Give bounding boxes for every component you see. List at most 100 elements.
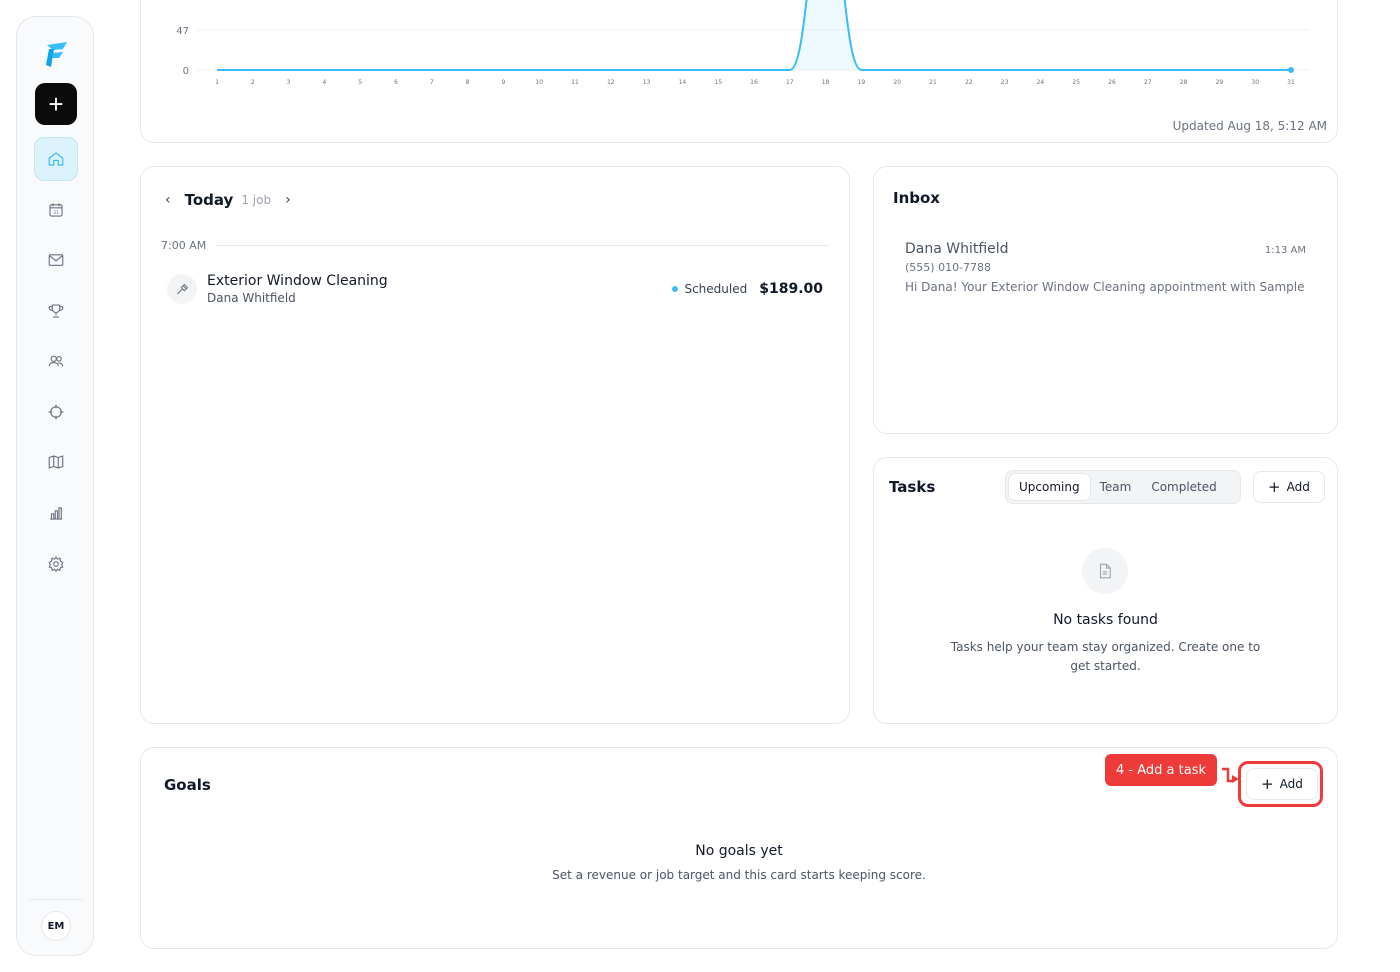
job-price: $189.00 [759, 281, 823, 297]
crosshair-icon [48, 404, 64, 420]
bar-chart-icon [50, 507, 62, 520]
x-tick-label: 23 [1001, 79, 1009, 86]
sidebar: + 31 EM [16, 16, 94, 956]
x-tick-label: 8 [466, 79, 470, 86]
goals-title: Goals [164, 776, 211, 794]
updated-timestamp: Updated Aug 18, 5:12 AM [1172, 119, 1327, 133]
tab-team[interactable]: Team [1090, 474, 1142, 500]
x-tick-label: 18 [822, 79, 830, 86]
tasks-tab-group: Upcoming Team Completed [1005, 470, 1241, 504]
x-tick-label: 5 [358, 79, 362, 86]
document-icon [1082, 548, 1128, 594]
x-tick-label: 28 [1180, 79, 1188, 86]
chevron-left-icon[interactable]: ‹ [165, 192, 171, 208]
x-tick-label: 17 [786, 79, 794, 86]
plus-icon: + [1261, 774, 1274, 793]
x-tick-label: 14 [679, 79, 687, 86]
plus-icon: + [1268, 477, 1281, 496]
series-area [217, 0, 1291, 70]
y-tick-label: 0 [183, 66, 189, 77]
sidebar-item-home[interactable] [34, 137, 78, 181]
x-tick-label: 4 [322, 79, 326, 86]
sidebar-item-users[interactable] [34, 339, 78, 383]
sidebar-item-reports[interactable] [34, 491, 78, 535]
line-chart: 0471 2 3 4 5 6 7 8 9 10 11 12 13 14 15 16 17 18 19 20 21 22 23… [176, 0, 1309, 86]
sidebar-item-mail[interactable] [34, 238, 78, 282]
home-icon [48, 152, 64, 166]
x-tick-label: 19 [858, 79, 866, 86]
tab-upcoming[interactable]: Upcoming [1009, 474, 1090, 500]
trophy-icon [48, 304, 64, 318]
data-point[interactable] [1288, 67, 1294, 73]
x-tick-label: 1 [215, 79, 219, 86]
avatar[interactable]: EM [41, 911, 71, 941]
goals-empty-title: No goals yet [695, 843, 783, 859]
x-tick-label: 27 [1144, 79, 1152, 86]
hammer-icon [167, 274, 197, 304]
tutorial-callout: 4 - Add a task [1105, 754, 1217, 786]
x-tick-label: 16 [750, 79, 758, 86]
status-badge: Scheduled [672, 282, 747, 296]
x-tick-label: 29 [1216, 79, 1224, 86]
sidebar-item-map[interactable] [34, 440, 78, 484]
x-tick-label: 30 [1251, 79, 1259, 86]
add-goal-label: Add [1279, 777, 1303, 791]
map-icon [48, 455, 64, 469]
x-tick-label: 10 [535, 79, 543, 86]
x-tick-label: 9 [501, 79, 505, 86]
add-goal-button[interactable]: + Add [1246, 768, 1318, 800]
job-client: Dana Whitfield [207, 291, 296, 305]
x-tick-label: 2 [251, 79, 255, 86]
tasks-card: Tasks Upcoming Team Completed + Add No t… [873, 457, 1338, 724]
x-tick-label: 31 [1287, 79, 1295, 86]
x-tick-label: 22 [965, 79, 973, 86]
add-task-label: Add [1286, 480, 1310, 494]
message-time: 1:13 AM [1264, 245, 1306, 256]
x-tick-label: 21 [929, 79, 937, 86]
job-row[interactable]: Exterior Window Cleaning Dana Whitfield … [167, 271, 823, 307]
goals-empty-sub: Set a revenue or job target and this car… [552, 868, 926, 882]
chevron-right-icon[interactable]: › [285, 192, 291, 208]
new-button[interactable]: + [35, 83, 77, 125]
inbox-card: Inbox Dana Whitfield 1:13 AM (555) 010-7… [873, 166, 1338, 434]
job-count: 1 job [241, 193, 272, 207]
message-sender: Dana Whitfield [905, 241, 1009, 257]
x-tick-label: 13 [643, 79, 651, 86]
x-tick-label: 3 [287, 79, 291, 86]
sidebar-item-trophy[interactable] [34, 289, 78, 333]
x-tick-label: 7 [430, 79, 434, 86]
mail-icon [48, 254, 64, 266]
time-label: 7:00 AM [161, 239, 207, 252]
gear-icon [48, 556, 64, 573]
time-slot: 7:00 AM [161, 239, 829, 252]
sidebar-item-settings[interactable] [34, 542, 78, 586]
day-title: Today [184, 191, 234, 209]
add-task-button[interactable]: + Add [1253, 471, 1325, 503]
x-tick-label: 20 [893, 79, 901, 86]
day-navigator: ‹ Today 1 job › [165, 191, 291, 209]
svg-text:31: 31 [53, 210, 59, 216]
time-divider [216, 245, 829, 246]
message-item[interactable]: Dana Whitfield 1:13 AM (555) 010-7788 Hi… [905, 241, 1306, 294]
x-tick-label: 25 [1072, 79, 1080, 86]
message-preview: Hi Dana! Your Exterior Window Cleaning a… [905, 280, 1306, 294]
x-tick-label: 24 [1037, 79, 1045, 86]
status-dot [672, 286, 679, 292]
series-line [217, 0, 1291, 71]
sidebar-item-calendar[interactable]: 31 [34, 188, 78, 232]
job-title: Exterior Window Cleaning [207, 273, 388, 289]
sidebar-item-crosshair[interactable] [34, 390, 78, 434]
tab-completed[interactable]: Completed [1141, 474, 1226, 500]
app-logo[interactable] [41, 39, 71, 69]
tasks-empty-title: No tasks found [1053, 612, 1158, 628]
status-text: Scheduled [684, 282, 748, 296]
x-tick-label: 15 [714, 79, 722, 86]
x-tick-label: 6 [394, 79, 398, 86]
x-tick-label: 12 [607, 79, 615, 86]
y-tick-label: 47 [176, 26, 189, 37]
revenue-chart-card: 0 47 1 2 3 4 5 6 7 8 9 10 11 12 13 14 15 16 17 18 19 20 21 22 23… [140, 0, 1338, 143]
message-phone: (555) 010-7788 [905, 261, 992, 274]
calendar-icon: 31 [49, 203, 63, 217]
x-tick-label: 11 [571, 79, 579, 86]
goals-card: Goals 4 - Add a task + Add No goals yet … [140, 747, 1338, 949]
